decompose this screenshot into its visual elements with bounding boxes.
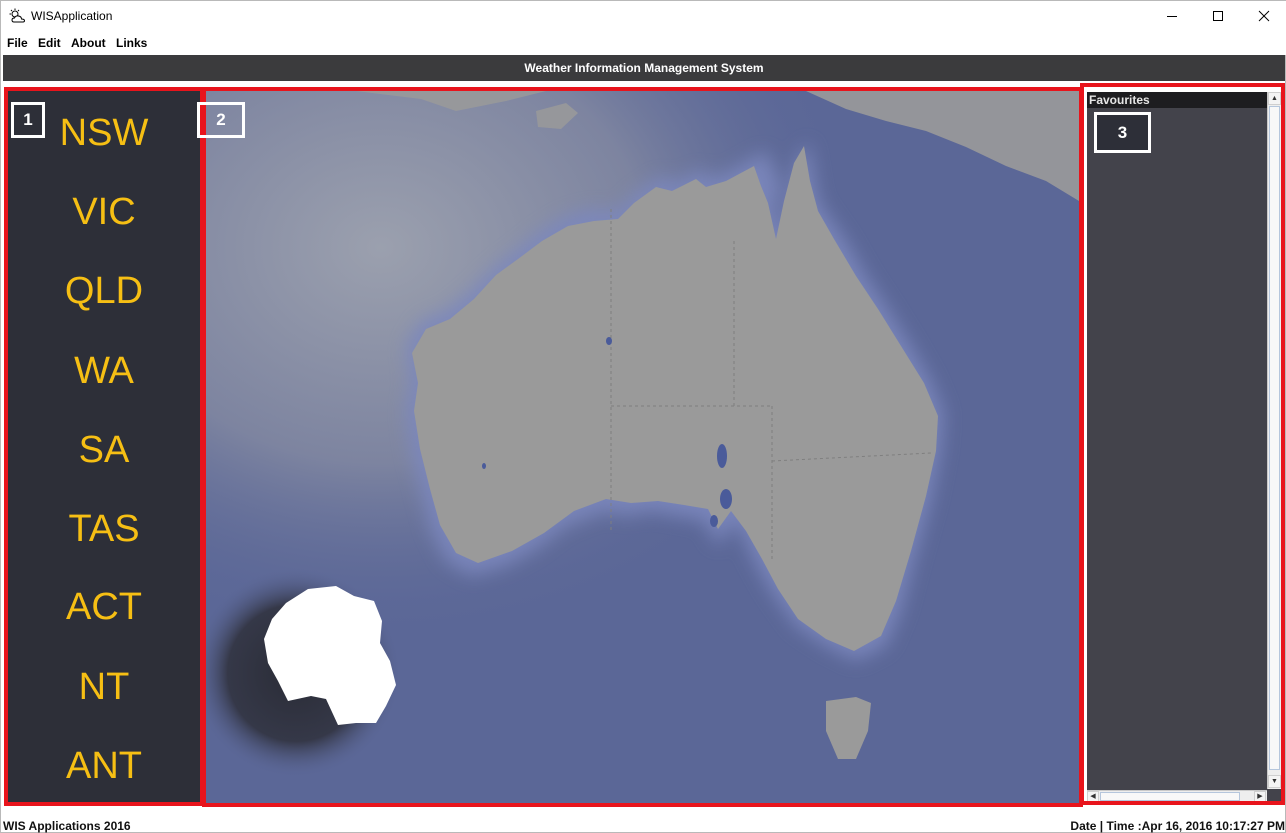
close-icon [1258, 10, 1270, 22]
menu-about[interactable]: About [71, 36, 106, 50]
status-datetime: Date | Time :Apr 16, 2016 10:17:27 PM [1070, 819, 1285, 833]
window-title: WISApplication [31, 9, 113, 23]
minimize-button[interactable] [1149, 1, 1195, 31]
maximize-button[interactable] [1195, 1, 1241, 31]
annotation-frame-3 [1080, 83, 1285, 805]
annotation-frame-2 [202, 87, 1083, 807]
status-bar: WIS Applications 2016 Date | Time :Apr 1… [1, 814, 1286, 833]
minimize-icon [1166, 10, 1178, 22]
app-header-title: Weather Information Management System [524, 61, 764, 75]
close-button[interactable] [1241, 1, 1286, 31]
annotation-badge-1: 1 [11, 102, 45, 138]
menu-bar: File Edit About Links [1, 33, 1286, 55]
status-app-version: WIS Applications 2016 [3, 819, 131, 833]
annotation-badge-2: 2 [197, 102, 245, 138]
menu-edit[interactable]: Edit [38, 36, 61, 50]
application-window: WISApplication File Edit About Links Wea… [0, 0, 1286, 833]
annotation-frame-1 [4, 87, 204, 806]
title-bar: WISApplication [1, 1, 1286, 33]
app-header: Weather Information Management System [3, 55, 1285, 81]
cloud-sun-icon [9, 8, 27, 24]
maximize-icon [1212, 10, 1224, 22]
menu-file[interactable]: File [7, 36, 28, 50]
menu-links[interactable]: Links [116, 36, 147, 50]
annotation-badge-3: 3 [1094, 112, 1151, 153]
